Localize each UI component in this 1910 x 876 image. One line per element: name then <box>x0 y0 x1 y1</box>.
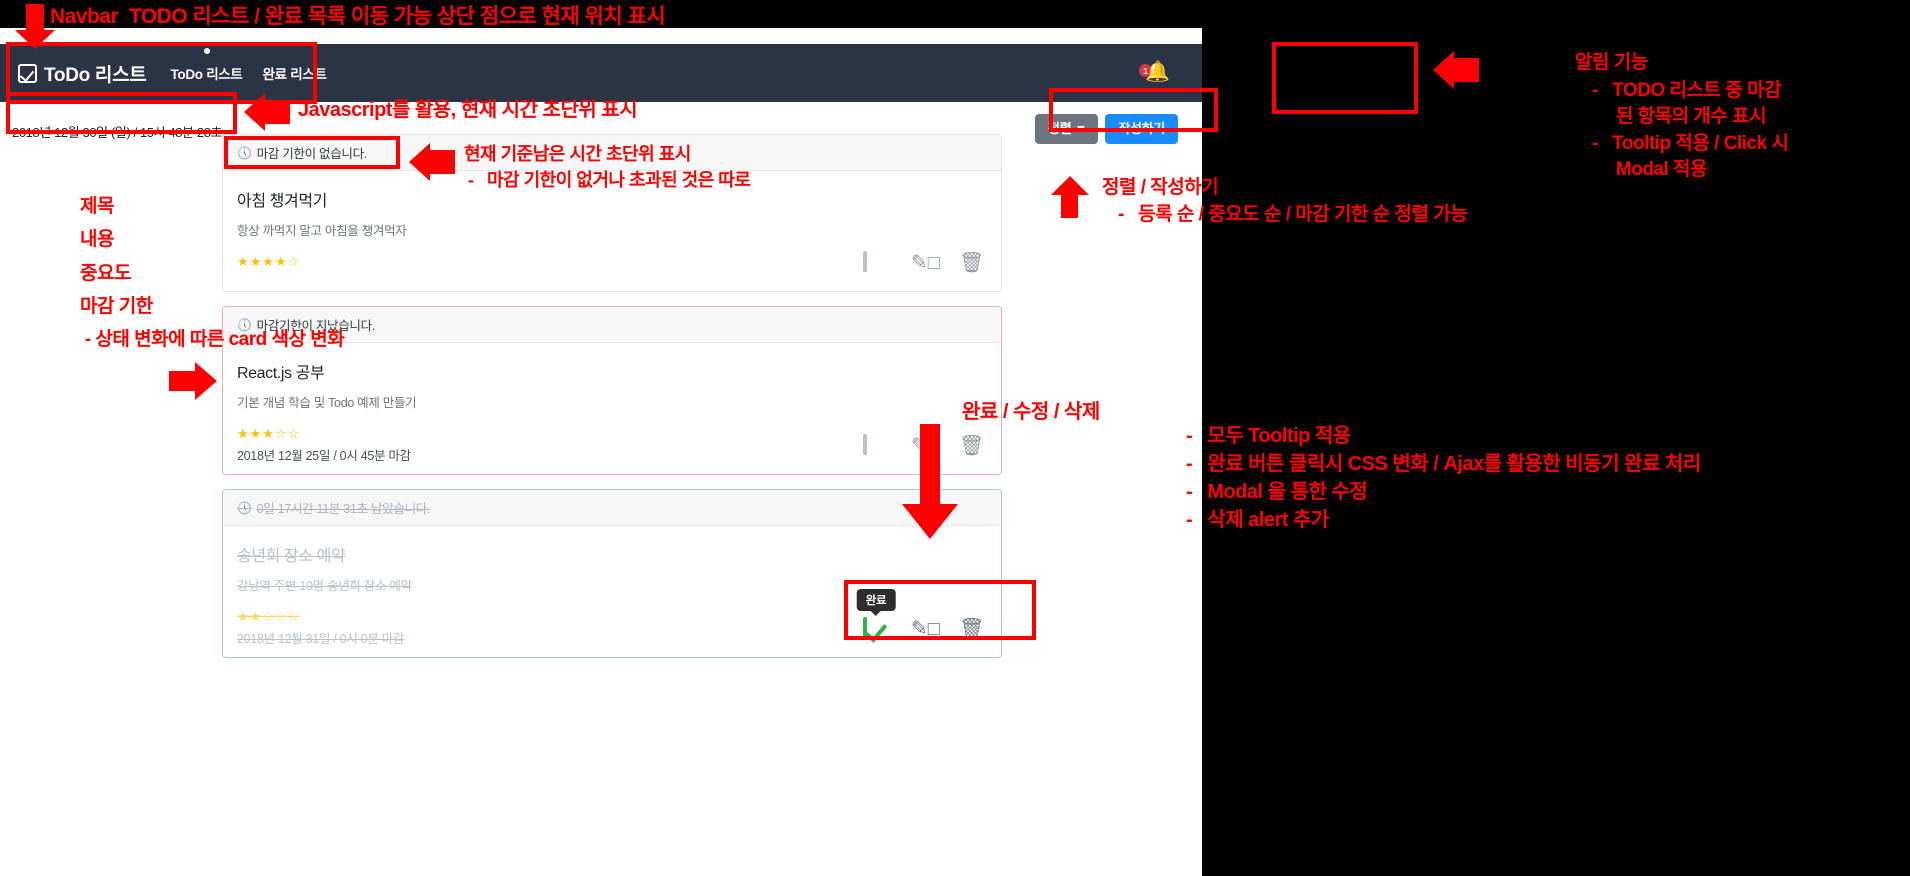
card-description: 기본 개념 학습 및 Todo 예제 만들기 <box>237 396 417 410</box>
navbar-right: 1 🔔 <box>1138 58 1184 88</box>
annotation-navbar: Navbar TODO 리스트 / 완료 목록 이동 가능 상단 점으로 현재 … <box>50 5 666 28</box>
annotation-arrow-bell <box>1432 50 1480 90</box>
complete-button[interactable] <box>863 434 889 462</box>
delete-button[interactable]: 🗑 <box>959 253 985 279</box>
empty-checkbox-icon <box>863 434 867 455</box>
highlight-clock <box>6 92 237 134</box>
annotation-arrow-toolbar <box>1050 175 1090 219</box>
card-deadline-status-text: 0일 17시간 11분 31초 남았습니다. <box>256 502 431 516</box>
notification-button[interactable]: 1 🔔 <box>1138 58 1172 88</box>
annotation-sort-title: 정렬 / 작성하기 <box>1102 177 1219 198</box>
annotation-deadline-2: - 마감 기한이 없거나 초과된 것은 따로 <box>468 170 751 190</box>
annotation-actions-b1: - 모두 Tooltip 적용 <box>1186 425 1351 447</box>
delete-button[interactable]: 🗑 <box>959 436 985 462</box>
annotation-actions-b4: - 삭제 alert 추가 <box>1186 509 1329 531</box>
screenshot-stage: ToDo 리스트 ToDo 리스트 완료 리스트 1 🔔 2018년 12월 3… <box>0 0 1910 876</box>
annotation-bell-b2: - Tooltip 적용 / Click 시 Modal 적용 <box>1592 133 1789 180</box>
card-actions: ✎□ 🗑 <box>863 251 985 279</box>
annotation-bell-title: 알림 기능 <box>1575 52 1648 73</box>
annotation-actions-b2: - 완료 버튼 클릭시 CSS 변화 / Ajax를 활용한 비동기 완료 처리 <box>1186 453 1701 475</box>
annotation-left-labels: 제목 내용 중요도 마감 기한 - 상태 변화에 따른 card 색상 변화 <box>80 196 345 350</box>
card-title: React.js 공부 <box>237 365 325 382</box>
annotation-arrow-left <box>168 361 218 401</box>
highlight-bell <box>1272 42 1418 114</box>
clock-icon: 🕔 <box>237 500 252 515</box>
complete-button[interactable] <box>863 251 889 279</box>
annotation-bell-b1: - TODO 리스트 중 마감 된 항목의 개수 표시 <box>1592 80 1781 127</box>
edit-button[interactable]: ✎□ <box>911 252 940 279</box>
highlight-deadline-head <box>224 136 400 169</box>
annotation-clock: Javascript를 활용, 현재 시간 초단위 표시 <box>298 99 638 121</box>
bell-icon: 🔔 <box>1145 61 1170 83</box>
trash-icon: 🗑 <box>959 435 985 457</box>
annotation-arrow-clock <box>243 92 291 132</box>
pencil-square-icon: ✎□ <box>911 252 940 274</box>
highlight-toolbar <box>1049 88 1218 132</box>
empty-checkbox-icon <box>863 251 867 272</box>
card-title: 송년회 장소 예약 <box>237 548 346 565</box>
card-description: 항상 까먹지 말고 아침을 챙겨먹자 <box>237 224 407 238</box>
annotation-arrow-actions <box>901 424 959 540</box>
annotation-arrow-deadline <box>408 142 456 182</box>
annotation-actions-title: 완료 / 수정 / 삭제 <box>962 401 1100 423</box>
trash-icon: 🗑 <box>959 252 985 274</box>
card-body: React.js 공부 기본 개념 학습 및 Todo 예제 만들기 ★★★☆☆… <box>223 343 1001 474</box>
annotation-actions-b3: - Modal 을 통한 수정 <box>1186 481 1368 503</box>
highlight-actions <box>844 580 1036 640</box>
annotation-deadline-1: 현재 기준남은 시간 초단위 표시 <box>464 144 691 164</box>
card-deadline-status: 🕔 0일 17시간 11분 31초 남았습니다. <box>223 490 1001 526</box>
annotation-sort-b1: - 등록 순 / 중요도 순 / 마감 기한 순 정렬 가능 <box>1118 204 1468 225</box>
